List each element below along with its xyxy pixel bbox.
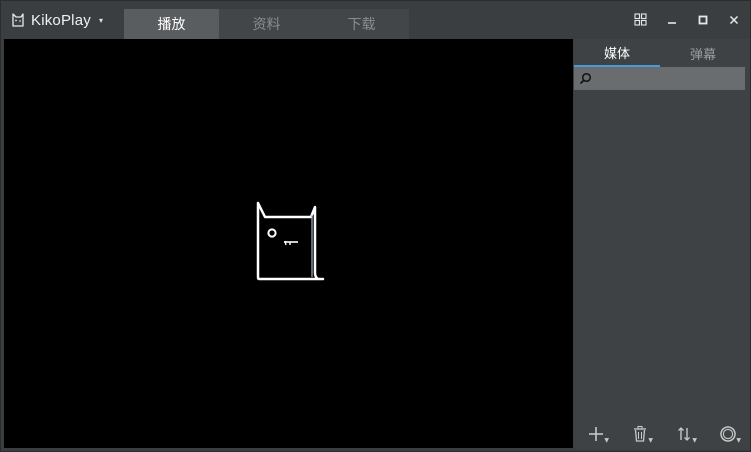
sort-icon (678, 427, 690, 441)
tab-danmaku[interactable]: 弹幕 (660, 39, 746, 67)
search-icon (574, 67, 596, 90)
add-icon (589, 427, 603, 441)
side-panel: 媒体 弹幕 ▼ ▼ ▼ ▼ (574, 39, 750, 449)
chevron-down-icon: ▼ (604, 437, 609, 444)
tab-media[interactable]: 媒体 (574, 39, 660, 67)
search-input[interactable] (596, 68, 736, 89)
chevron-down-icon: ▼ (648, 437, 653, 444)
tab-download[interactable]: 下载 (314, 9, 409, 39)
side-tab-bar: 媒体 弹幕 (574, 39, 750, 67)
title-bar: KikoPlay ▾ 播放 资料 下载 (1, 1, 750, 39)
media-list[interactable] (574, 91, 750, 417)
grid-icon (634, 13, 647, 26)
add-button[interactable]: ▼ (581, 422, 611, 446)
search-bar (574, 67, 745, 90)
tab-play[interactable]: 播放 (124, 9, 219, 39)
side-toolbar: ▼ ▼ ▼ ▼ (574, 419, 750, 449)
close-button[interactable] (725, 11, 742, 28)
maximize-icon (698, 15, 707, 24)
tab-label: 资料 (252, 17, 281, 33)
chevron-down-icon: ▼ (692, 437, 697, 444)
app-name: KikoPlay (31, 11, 91, 29)
circle-icon (720, 426, 736, 442)
cat-logo-icon (11, 12, 25, 28)
main-tab-bar: 播放 资料 下载 (124, 9, 409, 39)
tab-label: 下载 (347, 17, 376, 33)
video-player[interactable] (4, 39, 573, 448)
app-window: KikoPlay ▾ 播放 资料 下载 媒体 弹幕 ▼ ▼ ▼ ▼ (0, 0, 751, 452)
grid-button[interactable] (632, 11, 649, 28)
sort-button[interactable]: ▼ (669, 422, 699, 446)
close-icon (729, 15, 738, 24)
trash-icon (634, 425, 646, 442)
cat-mascot-icon (252, 199, 332, 293)
tab-label: 媒体 (603, 46, 630, 62)
minimize-button[interactable] (663, 11, 680, 28)
window-controls (632, 11, 742, 28)
app-menu-button[interactable]: KikoPlay ▾ (11, 9, 103, 31)
tab-library[interactable]: 资料 (219, 9, 314, 39)
chevron-down-icon: ▼ (736, 437, 741, 444)
chevron-down-icon: ▾ (98, 16, 103, 25)
tab-label: 弹幕 (689, 47, 716, 63)
loop-button[interactable]: ▼ (713, 422, 743, 446)
minimize-icon (667, 21, 676, 24)
delete-button[interactable]: ▼ (625, 422, 655, 446)
tab-label: 播放 (157, 17, 186, 33)
maximize-button[interactable] (694, 11, 711, 28)
